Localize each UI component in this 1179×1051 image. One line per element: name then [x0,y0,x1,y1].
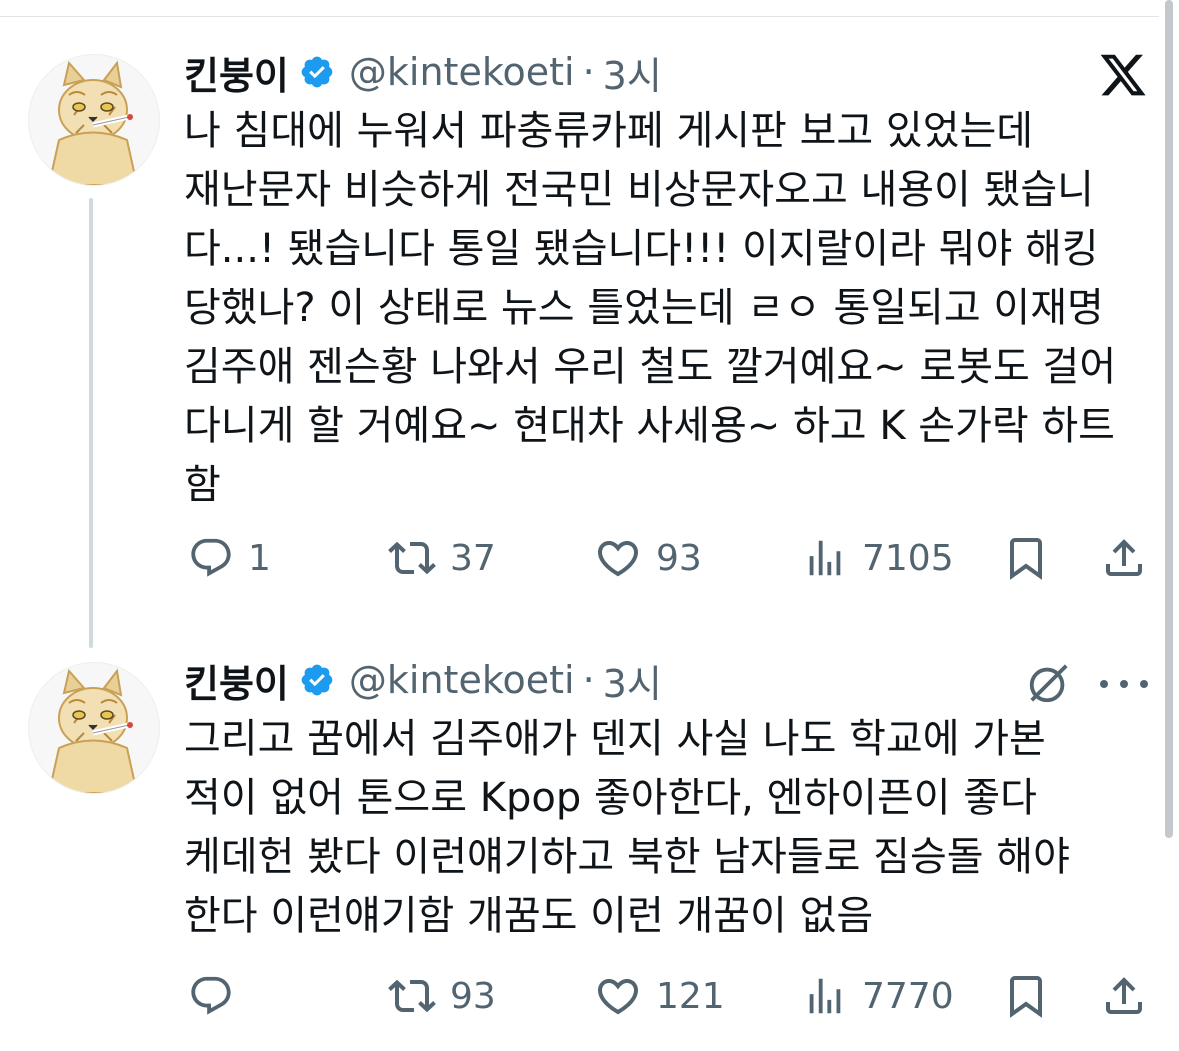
like-button[interactable]: 93 [594,528,702,588]
scrollbar[interactable] [1165,0,1173,838]
views-button[interactable]: 7770 [802,966,954,1026]
share-icon [1106,977,1142,1014]
cat-avatar-icon [47,60,139,185]
share-button[interactable] [1100,966,1148,1026]
tweet-time[interactable]: 3시 [603,45,662,100]
share-button[interactable] [1100,528,1148,588]
tweet-actions: 1 37 93 7105 [184,528,1144,588]
reply-button[interactable] [188,966,248,1026]
share-icon [1106,539,1142,576]
avatar[interactable] [28,54,160,186]
heart-icon [597,979,639,1015]
reply-icon [191,538,231,577]
grok-icon[interactable] [1026,660,1072,706]
reply-button[interactable]: 1 [188,528,271,588]
like-count: 121 [656,975,725,1017]
views-button[interactable]: 7105 [802,528,954,588]
repost-icon [388,979,436,1013]
bookmark-icon [1010,538,1042,580]
tweet-actions: 93 121 7770 [184,966,1144,1026]
views-icon [809,978,841,1014]
reply-count: 1 [248,537,271,579]
views-count: 7105 [862,537,954,579]
x-logo-icon[interactable] [1098,50,1148,100]
repost-count: 37 [450,537,496,579]
repost-button[interactable]: 93 [388,966,496,1026]
views-count: 7770 [862,975,954,1017]
tweet-header: 킨붕이 @kintekoeti · 3시 [184,653,662,708]
avatar[interactable] [28,662,160,794]
reply-icon [191,976,231,1015]
like-count: 93 [656,537,702,579]
tweet-text: 그리고 꿈에서 김주애가 덴지 사실 나도 학교에 가본 적이 없어 톤으로 K… [184,716,1070,939]
repost-count: 93 [450,975,496,1017]
thread-connector-line [89,198,93,648]
heart-icon [597,541,639,577]
author-name[interactable]: 킨붕이 [184,45,289,100]
verified-badge-icon [301,664,333,696]
tweet-text: 나 침대에 누워서 파충류카페 게시판 보고 있었는데 재난문자 비슷하게 전국… [184,108,1117,508]
tweet-time[interactable]: 3시 [603,653,662,708]
repost-icon [388,541,436,575]
top-divider [0,0,1159,17]
like-button[interactable]: 121 [594,966,725,1026]
separator-dot: · [582,50,595,94]
verified-badge-icon [301,56,333,88]
author-name[interactable]: 킨붕이 [184,653,289,708]
author-handle[interactable]: @kintekoeti [349,658,575,702]
more-icon[interactable] [1100,664,1148,704]
cat-avatar-icon [47,668,139,793]
views-icon [809,540,841,576]
bookmark-button[interactable] [1002,966,1050,1026]
tweet-header: 킨붕이 @kintekoeti · 3시 [184,45,662,100]
author-handle[interactable]: @kintekoeti [349,50,575,94]
separator-dot: · [582,658,595,702]
repost-button[interactable]: 37 [388,528,496,588]
bookmark-icon [1010,976,1042,1018]
bookmark-button[interactable] [1002,528,1050,588]
